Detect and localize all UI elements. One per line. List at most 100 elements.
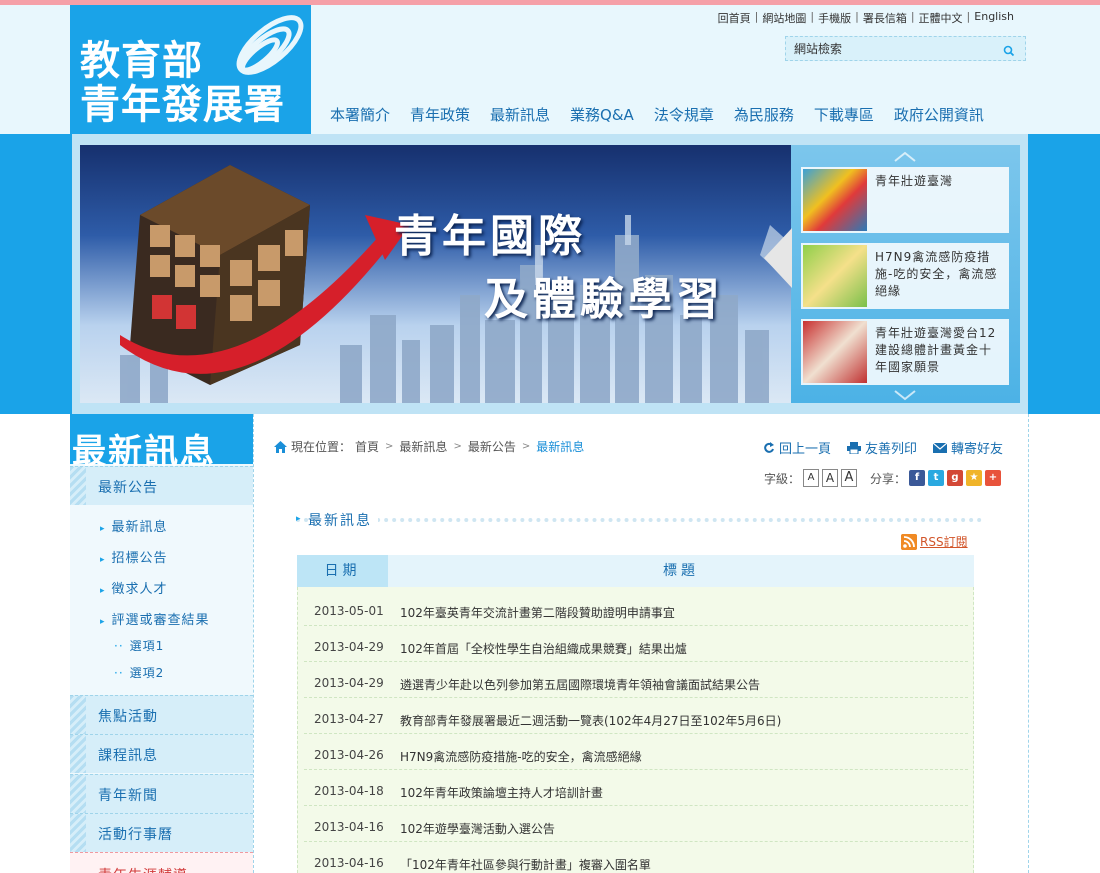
breadcrumb-prefix: 現在位置： — [291, 440, 352, 454]
nav-downloads[interactable]: 下載專區 — [804, 104, 884, 125]
search-input[interactable] — [786, 37, 986, 60]
row-title-link[interactable]: H7N9禽流感防疫措施-吃的安全，禽流感絕緣 — [400, 748, 642, 765]
breadcrumb-item[interactable]: 最新訊息 — [399, 438, 447, 455]
table-row[interactable]: 2013-04-18 102年青年政策論壇主持人才培訓計畫 — [304, 770, 968, 806]
stripe-pattern — [70, 775, 86, 813]
breadcrumb: 現在位置： 首頁 > 最新訊息 > 最新公告 > 最新訊息 — [274, 438, 584, 455]
sidebar-subitem-recruitment[interactable]: ▸ 徵求人才 — [100, 578, 168, 597]
print-button[interactable]: 友善列印 — [846, 438, 917, 457]
back-label: 回上一頁 — [778, 442, 831, 457]
bullet-icon: ▸ — [100, 617, 106, 627]
font-medium-glyph: A — [825, 471, 835, 485]
logo-line-2: 青年發展署 — [80, 82, 285, 128]
separator: | — [810, 10, 815, 23]
nav-regulations[interactable]: 法令規章 — [644, 104, 724, 125]
sidebar-subitem-option-1[interactable]: ·· 選項1 — [114, 637, 164, 654]
nav-about[interactable]: 本署簡介 — [320, 104, 400, 125]
link-home[interactable]: 回首頁 — [718, 10, 751, 26]
link-director-mailbox[interactable]: 署長信箱 — [863, 10, 907, 26]
row-date: 2013-04-18 — [314, 784, 384, 798]
breadcrumb-separator: > — [453, 441, 462, 452]
stripe-pattern — [70, 814, 86, 852]
nav-news[interactable]: 最新訊息 — [480, 104, 560, 125]
stripe-pattern — [70, 467, 86, 505]
sidebar-subitem-news[interactable]: ▸ 最新訊息 — [100, 516, 168, 535]
separator: | — [855, 10, 859, 23]
breadcrumb-item[interactable]: 首頁 — [355, 438, 379, 455]
row-date: 2013-04-26 — [314, 748, 384, 762]
nav-youth-policy[interactable]: 青年政策 — [400, 104, 480, 125]
utility-links: 回首頁 | 網站地圖 | 手機版 | 署長信箱 | 正體中文 | English — [718, 10, 1014, 26]
stripe-pattern — [70, 735, 86, 773]
link-traditional-chinese[interactable]: 正體中文 — [919, 10, 963, 26]
fontsize-label: 字級： — [763, 471, 800, 486]
breadcrumb-item[interactable]: 最新公告 — [468, 438, 516, 455]
add-share-icon[interactable]: + — [985, 470, 1001, 486]
row-title-link[interactable]: 102年臺英青年交流計畫第二階段贊助證明申請事宜 — [400, 604, 675, 621]
nav-faq[interactable]: 業務Q&A — [560, 104, 644, 125]
banner-side-item[interactable]: H7N9禽流感防疫措施-吃的安全，禽流感絕緣 — [801, 243, 1009, 309]
sidebar-subitem-tenders[interactable]: ▸ 招標公告 — [100, 547, 168, 566]
content-title: 最新訊息 — [308, 510, 378, 530]
dotted-rule — [296, 518, 982, 522]
font-large-button[interactable]: A — [840, 469, 857, 487]
table-row[interactable]: 2013-04-29 102年首屆「全校性學生自治組織成果競賽」結果出爐 — [304, 626, 968, 662]
site-search — [785, 36, 1026, 61]
row-title-link[interactable]: 102年青年政策論壇主持人才培訓計畫 — [400, 784, 603, 801]
row-date: 2013-04-16 — [314, 856, 384, 870]
google-plus-icon[interactable]: g — [947, 470, 963, 486]
sidebar-subitem-results[interactable]: ▸ 評選或審查結果 — [100, 609, 210, 628]
nav-gov-info[interactable]: 政府公開資訊 — [884, 104, 994, 125]
sidebar-item-focus-events[interactable]: 焦點活動 — [70, 695, 253, 734]
heading-marker-icon: ▸ — [296, 514, 301, 524]
link-sitemap[interactable]: 網站地圖 — [762, 10, 806, 26]
banner-headline-1: 青年國際 — [394, 211, 586, 262]
row-title-link[interactable]: 教育部青年發展署最近二週活動一覽表(102年4月27日至102年5月6日) — [400, 712, 781, 729]
thumb-image — [803, 245, 867, 307]
forward-button[interactable]: 轉寄好友 — [932, 438, 1003, 457]
rss-label: RSS訂閱 — [920, 535, 968, 549]
row-title-link[interactable]: 102年首屆「全校性學生自治組織成果競賽」結果出爐 — [400, 640, 687, 657]
table-row[interactable]: 2013-04-16 102年遊學臺灣活動入選公告 — [304, 806, 968, 842]
print-label: 友善列印 — [864, 442, 917, 457]
site-logo[interactable]: 教育部 青年發展署 — [70, 5, 311, 134]
table-row[interactable]: 2013-05-01 102年臺英青年交流計畫第二階段贊助證明申請事宜 — [304, 590, 968, 626]
sidebar-subitem-label: 招標公告 — [111, 551, 168, 566]
sidebar-item-latest-announcements[interactable]: 最新公告 — [70, 466, 253, 505]
sidebar-subitem-label: 選項2 — [129, 666, 165, 680]
bookmark-star-icon[interactable]: ★ — [966, 470, 982, 486]
table-header: 日期 標題 — [297, 555, 974, 587]
chevron-up-icon[interactable] — [893, 149, 917, 165]
back-button[interactable]: 回上一頁 — [763, 438, 831, 457]
row-title-link[interactable]: 「102年青年社區參與行動計畫」複審入圍名單 — [400, 856, 651, 873]
banner-side-item[interactable]: 青年壯遊臺灣愛台12建設總體計畫黃金十年國家願景 — [801, 319, 1009, 385]
row-title-link[interactable]: 102年遊學臺灣活動入選公告 — [400, 820, 555, 837]
side-item-title: H7N9禽流感防疫措施-吃的安全，禽流感絕緣 — [875, 250, 998, 298]
banner-side-item[interactable]: 青年壯遊臺灣 — [801, 167, 1009, 233]
facebook-icon[interactable]: f — [909, 470, 925, 486]
table-row[interactable]: 2013-04-16 「102年青年社區參與行動計畫」複審入圍名單 — [304, 842, 968, 873]
column-header-title: 標題 — [663, 563, 699, 579]
search-icon[interactable] — [1003, 42, 1015, 61]
banner-image[interactable]: 青年國際 及體驗學習 — [80, 145, 792, 403]
table-row[interactable]: 2013-04-27 教育部青年發展署最近二週活動一覽表(102年4月27日至1… — [304, 698, 968, 734]
chevron-down-icon[interactable] — [893, 389, 917, 401]
breadcrumb-separator: > — [385, 441, 394, 452]
row-title-link[interactable]: 遴選青少年赴以色列參加第五屆國際環境青年領袖會議面試結果公告 — [400, 676, 760, 693]
sidebar-item-career-guidance[interactable]: 青年生涯輔導 — [70, 852, 253, 873]
sidebar-item-courses[interactable]: 課程訊息 — [70, 734, 253, 773]
table-row[interactable]: 2013-04-29 遴選青少年赴以色列參加第五屆國際環境青年領袖會議面試結果公… — [304, 662, 968, 698]
table-row[interactable]: 2013-04-26 H7N9禽流感防疫措施-吃的安全，禽流感絕緣 — [304, 734, 968, 770]
font-medium-button[interactable]: A — [821, 469, 838, 487]
sidebar-item-label: 青年生涯輔導 — [98, 865, 188, 873]
link-english[interactable]: English — [974, 10, 1014, 26]
sidebar-subitem-option-2[interactable]: ·· 選項2 — [114, 664, 164, 681]
rss-subscribe-link[interactable]: RSS訂閱 — [901, 533, 968, 550]
bullet-icon: ▸ — [100, 586, 106, 596]
link-mobile[interactable]: 手機版 — [818, 10, 851, 26]
twitter-icon[interactable]: t — [928, 470, 944, 486]
sidebar-item-youth-news[interactable]: 青年新聞 — [70, 774, 253, 813]
sidebar-item-calendar[interactable]: 活動行事曆 — [70, 813, 253, 852]
font-small-button[interactable]: A — [802, 469, 819, 487]
nav-services[interactable]: 為民服務 — [724, 104, 804, 125]
